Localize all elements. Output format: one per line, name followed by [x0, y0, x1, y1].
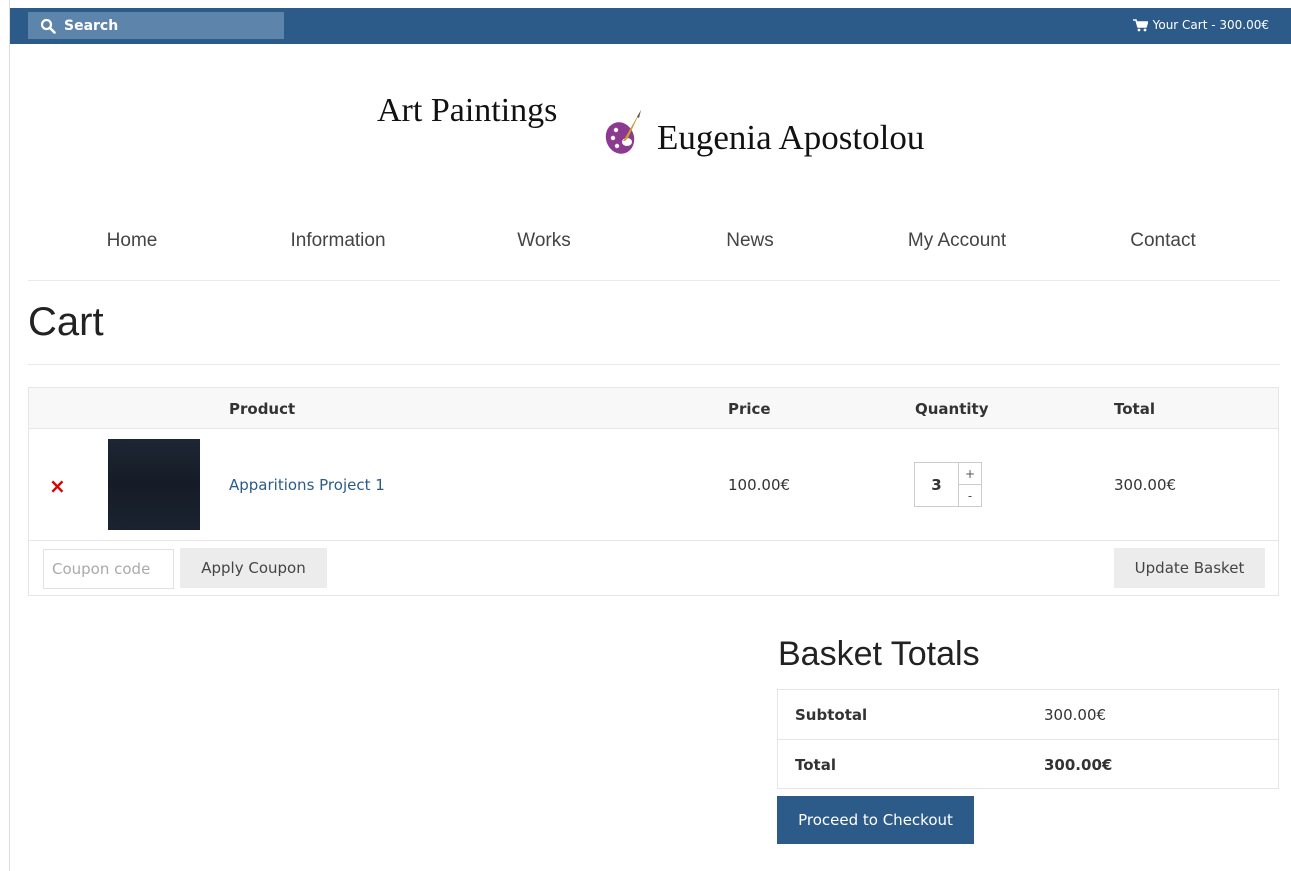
top-bar: Search Your Cart - 300.00€ [10, 8, 1291, 44]
cart-actions: Apply Coupon Update Basket [29, 541, 1278, 596]
nav-item-home[interactable]: Home [107, 230, 158, 252]
apply-coupon-button[interactable]: Apply Coupon [180, 548, 327, 588]
total-row: Total 300.00€ [778, 739, 1278, 789]
search-icon [40, 18, 56, 34]
cart-link[interactable]: Your Cart - 300.00€ [1132, 18, 1269, 32]
subtotal-label: Subtotal [795, 706, 868, 724]
search-label: Search [64, 17, 119, 34]
divider [28, 280, 1280, 281]
basket-totals-table: Subtotal 300.00€ Total 300.00€ [777, 689, 1279, 789]
coupon-code-input[interactable] [43, 549, 174, 589]
cart-item-row: × Apparitions Project 1 100.00€ 3 + - 30… [29, 429, 1278, 541]
nav-item-works[interactable]: Works [517, 230, 570, 252]
update-basket-button[interactable]: Update Basket [1114, 548, 1265, 588]
quantity-decrease-button[interactable]: - [958, 484, 982, 507]
product-line-total: 300.00€ [1114, 476, 1177, 494]
product-price: 100.00€ [728, 476, 791, 494]
quantity-increase-button[interactable]: + [958, 462, 982, 485]
total-label: Total [795, 756, 836, 774]
main-nav: Home Information Works News My Account C… [28, 222, 1280, 262]
column-header-total: Total [1114, 400, 1155, 418]
nav-item-my-account[interactable]: My Account [908, 230, 1006, 252]
subtotal-row: Subtotal 300.00€ [778, 690, 1278, 739]
logo-text-artist-name[interactable]: Eugenia Apostolou [657, 118, 924, 158]
total-value: 300.00€ [1044, 756, 1113, 774]
nav-item-information[interactable]: Information [290, 230, 385, 252]
proceed-to-checkout-button[interactable]: Proceed to Checkout [777, 796, 974, 844]
cart-table-header: Product Price Quantity Total [29, 388, 1278, 429]
palette-icon [605, 110, 641, 154]
logo-text-art-paintings[interactable]: Art Paintings [377, 92, 557, 130]
nav-item-news[interactable]: News [726, 230, 774, 252]
basket-totals-title: Basket Totals [778, 635, 980, 673]
subtotal-value: 300.00€ [1044, 706, 1107, 724]
cart-table: Product Price Quantity Total × Apparitio… [28, 387, 1279, 596]
column-header-product: Product [229, 400, 296, 418]
remove-icon[interactable]: × [49, 474, 66, 498]
cart-icon [1132, 18, 1148, 31]
page-title: Cart [28, 300, 104, 344]
quantity-input[interactable]: 3 [914, 462, 959, 507]
page-border [9, 0, 10, 871]
quantity-stepper: 3 + - [914, 462, 982, 507]
product-thumbnail[interactable] [108, 439, 200, 530]
column-header-price: Price [728, 400, 771, 418]
divider [28, 364, 1280, 365]
product-name-link[interactable]: Apparitions Project 1 [229, 476, 385, 494]
nav-item-contact[interactable]: Contact [1130, 230, 1195, 252]
column-header-quantity: Quantity [915, 400, 989, 418]
search-box[interactable]: Search [28, 12, 284, 39]
cart-link-label: Your Cart - 300.00€ [1152, 18, 1269, 32]
